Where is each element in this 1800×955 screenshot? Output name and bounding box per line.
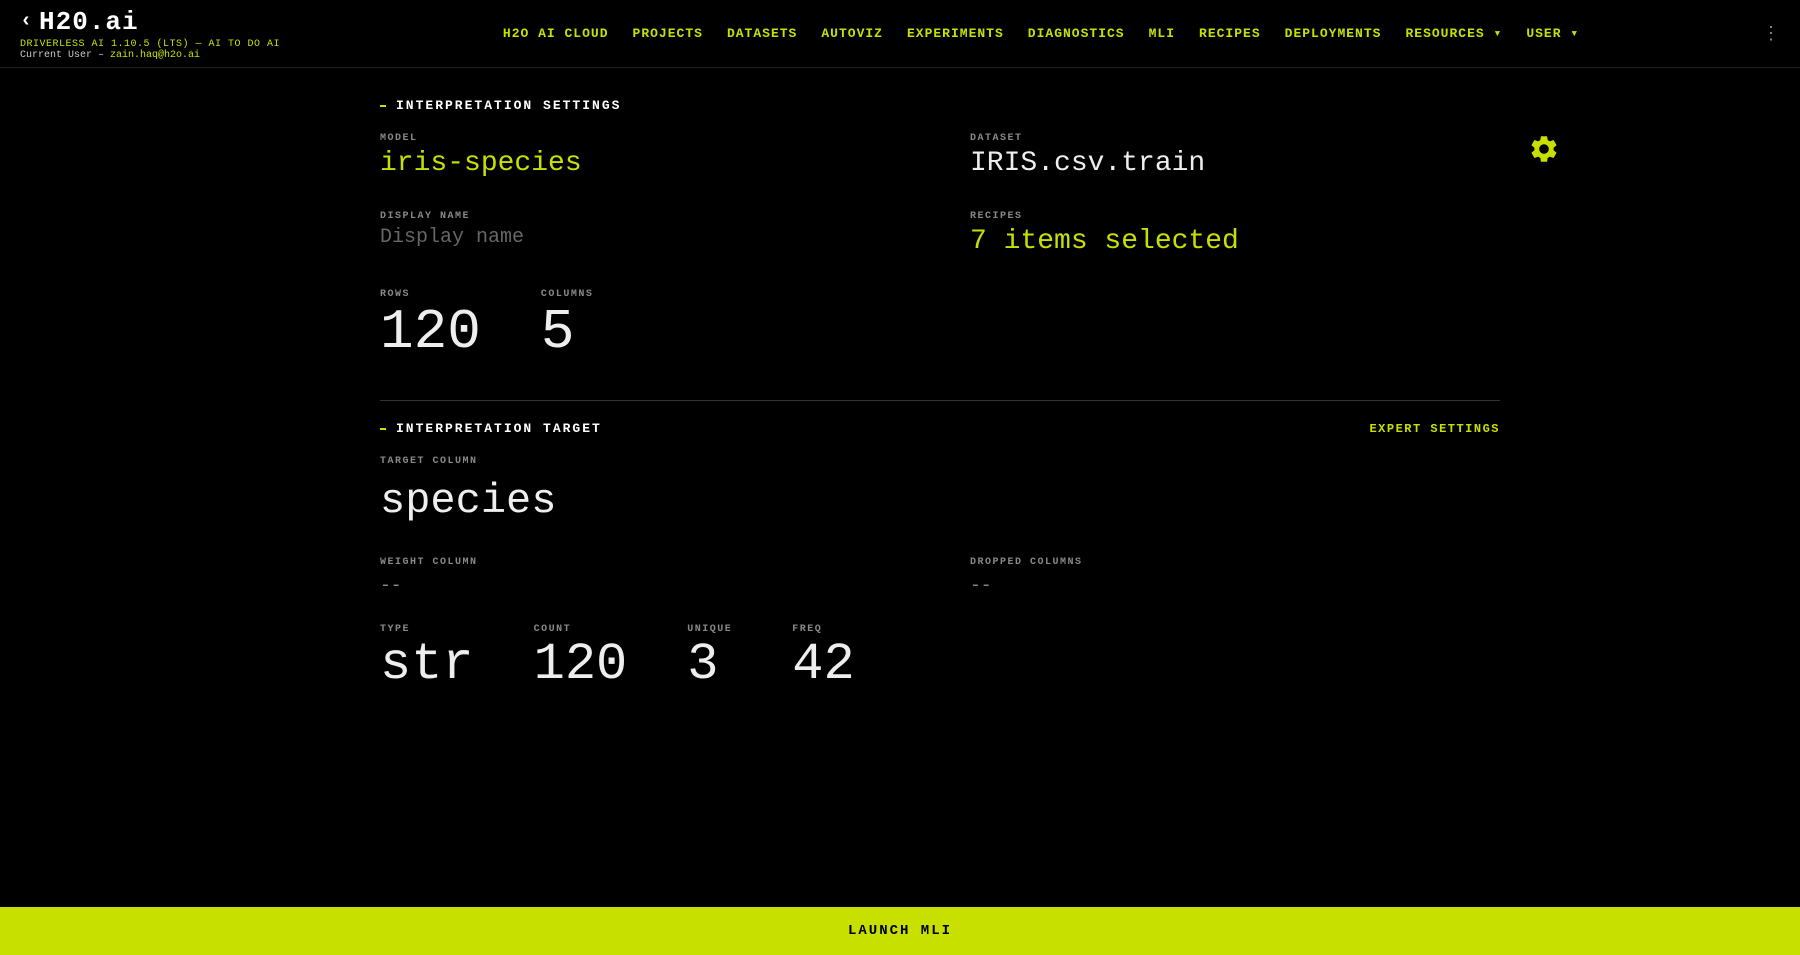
unique-label: UNIQUE bbox=[687, 624, 732, 635]
weight-dropped-row: WEIGHT COLUMN -- DROPPED COLUMNS -- bbox=[380, 557, 1500, 596]
dropped-columns-field: DROPPED COLUMNS -- bbox=[970, 557, 1500, 596]
type-stat: TYPE str bbox=[380, 624, 474, 691]
weight-column-value[interactable]: -- bbox=[380, 576, 910, 596]
nav-right: ⋮ bbox=[1762, 23, 1780, 45]
nav-datasets[interactable]: DATASETS bbox=[727, 26, 797, 41]
target-section-title: INTERPRETATION TARGET bbox=[396, 421, 602, 436]
weight-column-field: WEIGHT COLUMN -- bbox=[380, 557, 910, 596]
display-name-value[interactable]: Display name bbox=[380, 226, 910, 249]
rows-stat: ROWS 120 bbox=[380, 289, 481, 360]
weight-column-label: WEIGHT COLUMN bbox=[380, 557, 910, 568]
model-value: iris-species bbox=[380, 148, 910, 179]
model-field: MODEL iris-species bbox=[380, 133, 910, 179]
freq-label: FREQ bbox=[792, 624, 854, 635]
logo-version: DRIVERLESS AI 1.10.5 (LTS) — AI TO DO AI bbox=[20, 39, 280, 50]
count-stat: COUNT 120 bbox=[534, 624, 628, 691]
model-label: MODEL bbox=[380, 133, 910, 144]
nav-h2o-ai-cloud[interactable]: H2O AI CLOUD bbox=[503, 26, 609, 41]
nav-resources[interactable]: RESOURCES ▾ bbox=[1405, 26, 1502, 41]
unique-stat: UNIQUE 3 bbox=[687, 624, 732, 691]
gear-icon[interactable] bbox=[1528, 133, 1560, 165]
rows-value: 120 bbox=[380, 304, 481, 360]
dataset-value: IRIS.csv.train bbox=[970, 148, 1500, 179]
expert-settings-link[interactable]: EXPERT SETTINGS bbox=[1369, 422, 1500, 436]
section-separator bbox=[380, 400, 1500, 401]
display-name-field: DISPLAY NAME Display name bbox=[380, 211, 910, 257]
target-column-value: species bbox=[380, 477, 1500, 525]
dropped-columns-label: DROPPED COLUMNS bbox=[970, 557, 1500, 568]
nav-deployments[interactable]: DEPLOYMENTS bbox=[1285, 26, 1382, 41]
interpretation-target-section: INTERPRETATION TARGET EXPERT SETTINGS TA… bbox=[380, 421, 1500, 691]
display-recipes-row: DISPLAY NAME Display name RECIPES 7 item… bbox=[380, 211, 1500, 257]
dropped-columns-value[interactable]: -- bbox=[970, 576, 1500, 596]
current-user-label: Current User – zain.haq@h2o.ai bbox=[20, 50, 280, 61]
type-label: TYPE bbox=[380, 624, 474, 635]
logo-text: H20.ai bbox=[39, 7, 139, 37]
columns-value: 5 bbox=[541, 304, 594, 360]
recipes-field: RECIPES 7 items selected bbox=[970, 211, 1500, 257]
display-name-label: DISPLAY NAME bbox=[380, 211, 910, 222]
rows-columns-row: ROWS 120 COLUMNS 5 bbox=[380, 289, 1500, 360]
dataset-label: DATASET bbox=[970, 133, 1500, 144]
nav-links: H2O AI CLOUD PROJECTS DATASETS AUTOVIZ E… bbox=[320, 26, 1762, 41]
back-arrow-icon[interactable]: ‹ bbox=[20, 10, 33, 33]
model-dataset-row: MODEL iris-species DATASET IRIS.csv.trai… bbox=[380, 133, 1500, 179]
gear-icon-area[interactable] bbox=[1528, 133, 1560, 170]
topnav: ‹ H20.ai DRIVERLESS AI 1.10.5 (LTS) — AI… bbox=[0, 0, 1800, 68]
launch-mli-button[interactable]: LAUNCH MLI bbox=[0, 907, 1800, 955]
nav-autoviz[interactable]: AUTOVIZ bbox=[821, 26, 883, 41]
recipes-label: RECIPES bbox=[970, 211, 1500, 222]
nav-mli[interactable]: MLI bbox=[1149, 26, 1175, 41]
type-stats-row: TYPE str COUNT 120 UNIQUE 3 FREQ 42 bbox=[380, 624, 1500, 691]
target-column-label: TARGET COLUMN bbox=[380, 456, 1500, 467]
count-label: COUNT bbox=[534, 624, 628, 635]
nav-user[interactable]: USER ▾ bbox=[1526, 26, 1579, 41]
logo-area: ‹ H20.ai DRIVERLESS AI 1.10.5 (LTS) — AI… bbox=[20, 7, 280, 61]
nav-experiments[interactable]: EXPERIMENTS bbox=[907, 26, 1004, 41]
target-divider-bar bbox=[380, 428, 386, 430]
rows-label: ROWS bbox=[380, 289, 481, 300]
logo-title[interactable]: ‹ H20.ai bbox=[20, 7, 280, 37]
interpretation-settings-section: INTERPRETATION SETTINGS MODEL iris-speci… bbox=[380, 98, 1500, 360]
dataset-field: DATASET IRIS.csv.train bbox=[970, 133, 1500, 179]
settings-section-title: INTERPRETATION SETTINGS bbox=[396, 98, 621, 113]
divider-bar bbox=[380, 105, 386, 107]
nav-recipes[interactable]: RECIPES bbox=[1199, 26, 1261, 41]
count-value: 120 bbox=[534, 639, 628, 691]
main-content: INTERPRETATION SETTINGS MODEL iris-speci… bbox=[0, 68, 1800, 691]
unique-value: 3 bbox=[687, 639, 732, 691]
grid-dots-icon[interactable]: ⋮ bbox=[1762, 23, 1780, 45]
columns-label: COLUMNS bbox=[541, 289, 594, 300]
settings-section-divider: INTERPRETATION SETTINGS bbox=[380, 98, 1500, 113]
freq-stat: FREQ 42 bbox=[792, 624, 854, 691]
target-section-divider: INTERPRETATION TARGET bbox=[380, 421, 602, 436]
recipes-value[interactable]: 7 items selected bbox=[970, 226, 1500, 257]
target-header: INTERPRETATION TARGET EXPERT SETTINGS bbox=[380, 421, 1500, 436]
launch-bar: LAUNCH MLI bbox=[0, 907, 1800, 955]
freq-value: 42 bbox=[792, 639, 854, 691]
nav-diagnostics[interactable]: DIAGNOSTICS bbox=[1028, 26, 1125, 41]
nav-projects[interactable]: PROJECTS bbox=[633, 26, 703, 41]
user-email-link[interactable]: zain.haq@h2o.ai bbox=[110, 50, 200, 61]
target-column-field: TARGET COLUMN species bbox=[380, 456, 1500, 525]
columns-stat: COLUMNS 5 bbox=[541, 289, 594, 360]
type-value: str bbox=[380, 639, 474, 691]
